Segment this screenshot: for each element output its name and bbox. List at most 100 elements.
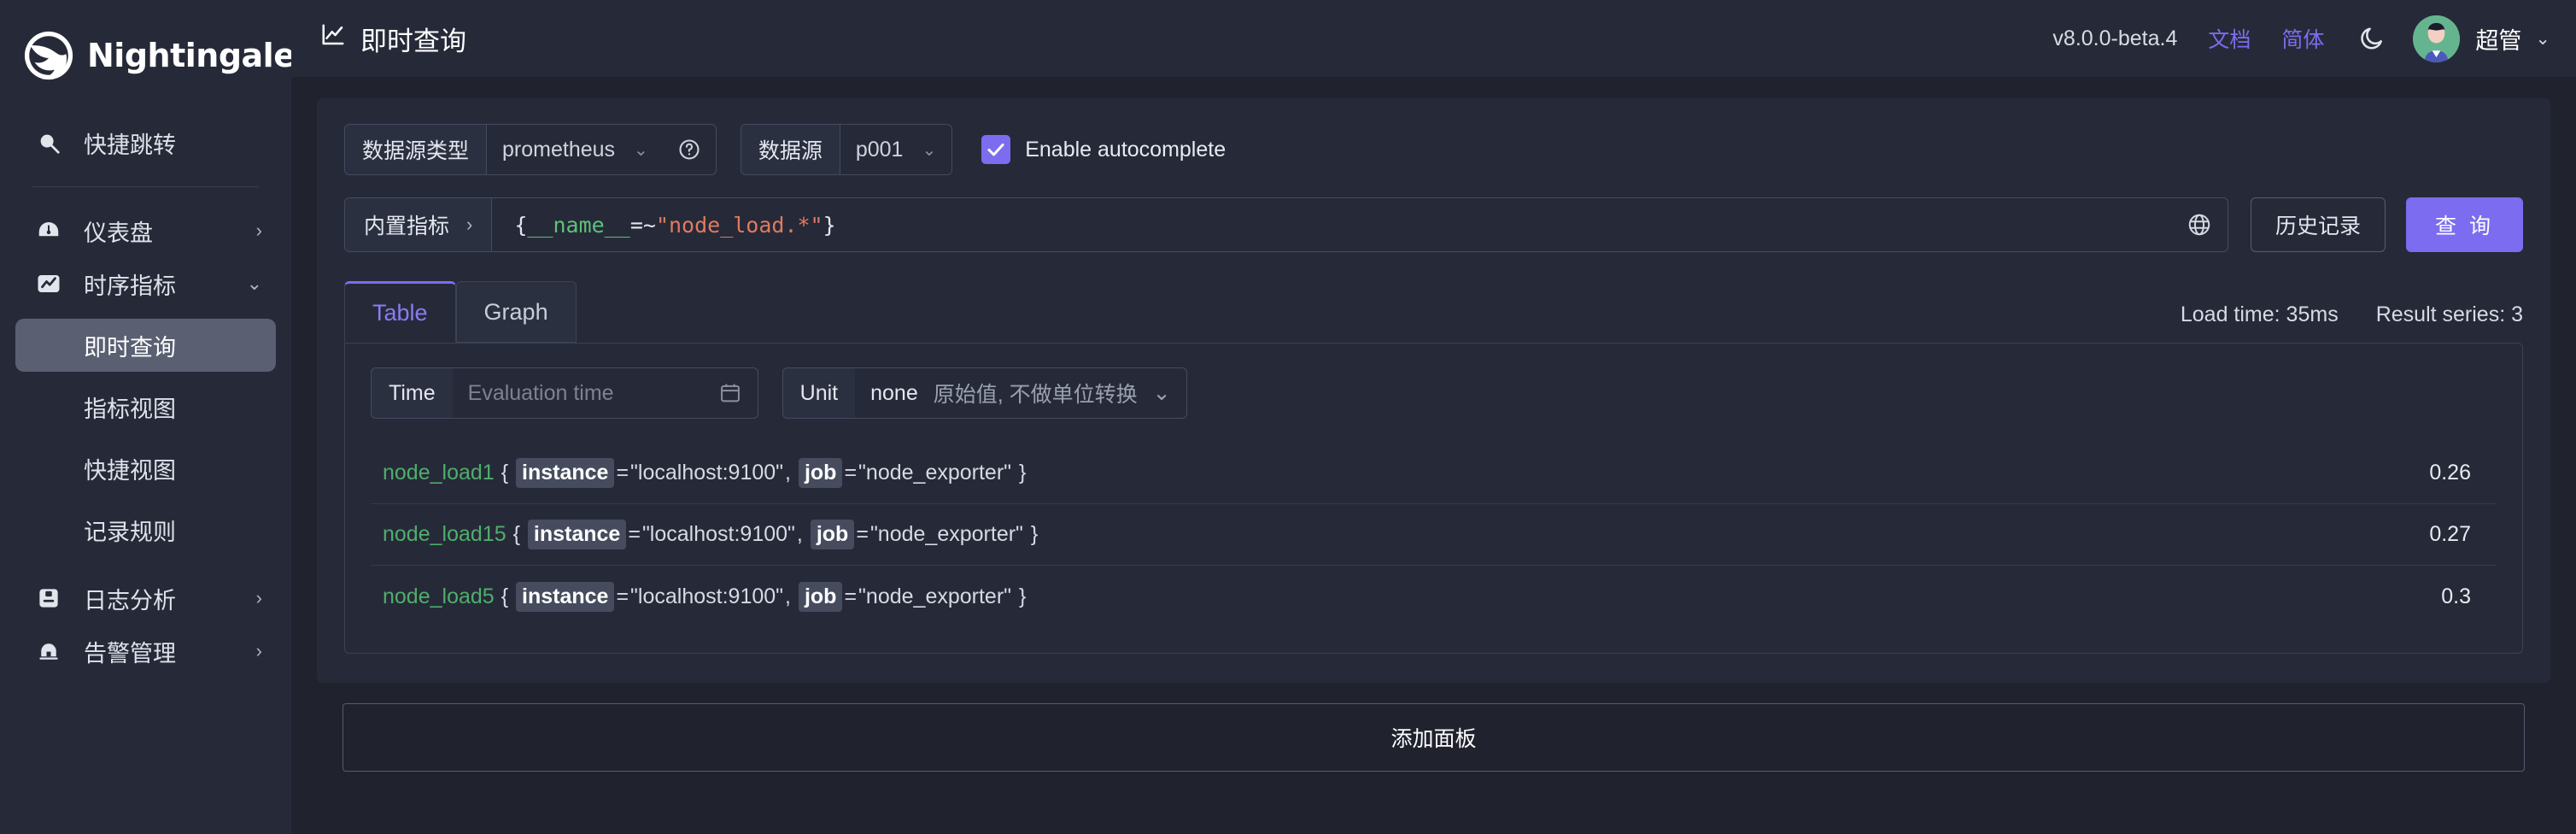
promql-input[interactable]: {__name__ =~ "node_load.*"} (492, 198, 2172, 251)
docs-link[interactable]: 文档 (2208, 23, 2251, 54)
metric-name: node_load1 (383, 461, 495, 485)
metrics-chart-icon (34, 269, 63, 298)
unit-value: none (870, 380, 918, 405)
label-key: instance (516, 581, 615, 612)
expr-open-brace: { (514, 212, 528, 238)
moon-icon[interactable] (2355, 21, 2389, 56)
sidebar-nav: 快捷跳转 仪表盘 › 时序指标 ⌄ 即时查询 指标视图 快捷视图 记录规则 日志… (0, 104, 291, 678)
evaluation-time-input[interactable]: Evaluation time (452, 367, 758, 419)
page-title-text: 即时查询 (360, 26, 466, 56)
result-meta: Load time: 35ms Result series: 3 (2181, 302, 2523, 343)
chevron-down-icon[interactable]: ⌄ (2535, 28, 2550, 50)
sidebar-item-metric-view[interactable]: 指标视图 (15, 380, 276, 433)
datasource-type-select[interactable]: prometheus ⌄ (486, 124, 664, 175)
series-expression: node_load5{ instance = "localhost:9100", j… (383, 581, 1026, 612)
chevron-right-icon: › (466, 214, 473, 235)
result-tabs: Table Graph Load time: 35ms Result serie… (344, 281, 2523, 343)
chevron-down-icon: ⌄ (246, 273, 262, 294)
datasource-type-value: prometheus (502, 137, 616, 162)
enable-autocomplete-checkbox[interactable]: Enable autocomplete (981, 135, 1226, 164)
label-value: "localhost:9100" (630, 461, 784, 485)
unit-group: Unit none 原始值, 不做单位转换 ⌄ (782, 367, 1187, 419)
sidebar-divider (32, 186, 259, 187)
run-query-button[interactable]: 查 询 (2406, 197, 2523, 252)
chevron-right-icon: › (255, 640, 262, 661)
series-value: 0.26 (2429, 461, 2471, 485)
enable-autocomplete-label: Enable autocomplete (1025, 137, 1227, 162)
sidebar-item-alerting[interactable]: 告警管理 › (15, 625, 276, 678)
unit-description: 原始值, 不做单位转换 (933, 383, 1138, 407)
sidebar-sub-label: 即时查询 (84, 334, 176, 361)
label-value: "node_exporter" (869, 522, 1023, 546)
table-row[interactable]: node_load5{ instance = "localhost:9100", j… (371, 566, 2497, 627)
label-key: instance (516, 458, 615, 488)
series-value: 0.3 (2441, 584, 2471, 608)
datasource-row: 数据源类型 prometheus ⌄ 数据源 p001 ⌄ Enable aut… (344, 124, 2523, 175)
evaluation-time-placeholder: Evaluation time (467, 380, 614, 405)
chevron-down-icon: ⌄ (922, 140, 937, 160)
metric-name: node_load5 (383, 584, 495, 608)
time-label: Time (371, 367, 453, 419)
history-button[interactable]: 历史记录 (2251, 197, 2386, 252)
chevron-down-icon: ⌄ (1152, 381, 1171, 405)
main-area: 即时查询 v8.0.0-beta.4 文档 简体 超管 ⌄ 数据源类型 prom… (291, 0, 2576, 834)
topbar-right: v8.0.0-beta.4 文档 简体 超管 ⌄ (2052, 15, 2550, 62)
tab-graph[interactable]: Graph (455, 281, 577, 343)
sidebar-sub-label: 指标视图 (84, 396, 176, 422)
avatar[interactable] (2413, 15, 2461, 62)
sidebar-sub-label: 记录规则 (84, 519, 176, 545)
datasource-label: 数据源 (740, 124, 840, 175)
query-panel: 数据源类型 prometheus ⌄ 数据源 p001 ⌄ Enable aut… (317, 98, 2550, 683)
query-input-wrapper: 内置指标 › {__name__ =~ "node_load.*"} (344, 197, 2229, 252)
expr-string-value: "node_load.*" (655, 212, 823, 238)
question-circle-icon[interactable] (663, 124, 717, 175)
brand[interactable]: Nightingale (0, 0, 296, 104)
label-key: job (798, 458, 843, 488)
checkbox-checked-icon (981, 135, 1011, 164)
query-row: 内置指标 › {__name__ =~ "node_load.*"} 历史记录 … (344, 197, 2523, 252)
chevron-right-icon: › (255, 587, 262, 608)
globe-icon[interactable] (2171, 198, 2228, 251)
result-series-label: Result series: 3 (2375, 302, 2523, 326)
table-row[interactable]: node_load1{ instance = "localhost:9100", j… (371, 443, 2497, 504)
series-expression: node_load15{ instance = "localhost:9100", … (383, 520, 1038, 549)
dashboard-gauge-icon (34, 216, 63, 245)
datasource-select[interactable]: p001 ⌄ (839, 124, 953, 175)
label-key: instance (527, 520, 627, 549)
language-switch[interactable]: 简体 (2281, 23, 2324, 54)
label-key: job (798, 581, 843, 612)
alert-bell-icon (34, 637, 63, 666)
metric-name: node_load15 (383, 522, 506, 546)
add-panel-button[interactable]: 添加面板 (342, 703, 2525, 772)
table-row[interactable]: node_load15{ instance = "localhost:9100", … (371, 504, 2497, 566)
chart-line-icon (320, 22, 346, 55)
sidebar-item-dashboard[interactable]: 仪表盘 › (15, 204, 276, 257)
sidebar-item-instant-query[interactable]: 即时查询 (15, 319, 276, 372)
sidebar-item-metrics[interactable]: 时序指标 ⌄ (15, 257, 276, 310)
builtin-metrics-label: 内置指标 (364, 214, 450, 238)
tab-label: Graph (483, 298, 548, 325)
label-value: "node_exporter" (858, 461, 1012, 485)
content-area: 数据源类型 prometheus ⌄ 数据源 p001 ⌄ Enable aut… (291, 78, 2576, 834)
sidebar-item-log-analysis[interactable]: 日志分析 › (15, 572, 276, 625)
brand-name: Nightingale (87, 37, 296, 74)
builtin-metrics-button[interactable]: 内置指标 › (345, 198, 493, 251)
log-analysis-icon (34, 584, 63, 613)
datasource-type-label: 数据源类型 (344, 124, 487, 175)
series-expression: node_load1{ instance = "localhost:9100", j… (383, 458, 1026, 488)
app-root: Nightingale 快捷跳转 仪表盘 › 时序指标 ⌄ 即时查询 指标视图 … (0, 0, 2576, 834)
tab-table[interactable]: Table (344, 281, 456, 343)
label-value: "localhost:9100" (630, 584, 784, 608)
sidebar-item-quick-jump[interactable]: 快捷跳转 (15, 116, 276, 169)
expr-metric-name: __name__ (527, 212, 630, 238)
expr-operator: =~ (629, 212, 656, 238)
sidebar-item-label: 日志分析 (84, 587, 176, 614)
sidebar-item-recording-rules[interactable]: 记录规则 (15, 503, 276, 556)
sidebar-item-quick-view[interactable]: 快捷视图 (15, 442, 276, 495)
unit-select[interactable]: none 原始值, 不做单位转换 ⌄ (855, 367, 1187, 419)
topbar: 即时查询 v8.0.0-beta.4 文档 简体 超管 ⌄ (291, 0, 2576, 78)
result-panel: Time Evaluation time Unit none 原始值, 不做单位… (344, 343, 2523, 654)
datasource-value: p001 (855, 137, 904, 162)
label-value: "localhost:9100" (641, 522, 795, 546)
sidebar-sub-label: 快捷视图 (84, 457, 176, 484)
